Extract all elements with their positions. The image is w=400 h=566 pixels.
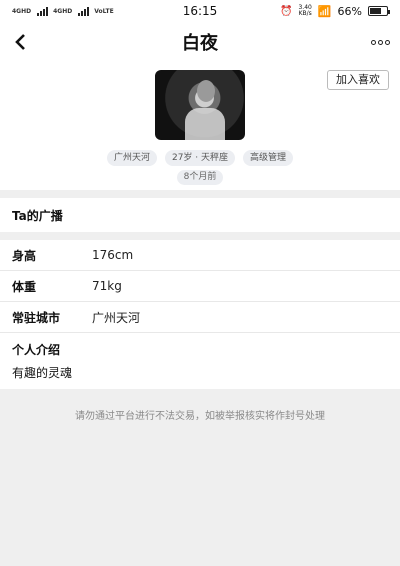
broadcast-section: Ta的广播 (0, 198, 400, 232)
page-title: 白夜 (182, 33, 218, 54)
more-button[interactable] (360, 39, 400, 45)
intro-text: 有趣的灵魂 (12, 366, 73, 380)
detail-key: 常驻城市 (12, 310, 61, 325)
posted-time-label: 8个月前 (176, 170, 224, 185)
divider (0, 190, 400, 198)
clock: 16:15 (182, 4, 218, 18)
posted-time: 8个月前 (0, 170, 400, 185)
battery-icon (368, 6, 390, 16)
tag-occupation: 高级管理 (243, 150, 294, 166)
details-section: 身高 176cm 体重 71kg 常驻城市 广州天河 个人介绍 有趣的灵魂 (0, 240, 400, 389)
detail-key: 体重 (12, 279, 37, 294)
tag-age-zodiac: 27岁 · 天秤座 (164, 150, 236, 166)
detail-value: 广州天河 (92, 310, 141, 325)
detail-value: 176cm (92, 248, 134, 262)
status-bar: 4GHD 4GHD VoLTE 16:15 ⏰ 3.40 KB/s 📶 66% (0, 0, 400, 22)
profile-header: 加入喜欢 广州天河 27岁 · 天秤座 高级管理 8个月前 (0, 62, 400, 190)
detail-row-city: 常驻城市 广州天河 (0, 302, 400, 333)
intro-block: 个人介绍 有趣的灵魂 (0, 333, 400, 389)
detail-row-height: 身高 176cm (0, 240, 400, 271)
intro-heading: 个人介绍 (12, 343, 61, 357)
chevron-left-icon (15, 34, 25, 50)
legal-notice: 请勿通过平台进行不法交易，如被举报核实将作封号处理 (75, 411, 325, 422)
avatar[interactable] (155, 70, 245, 140)
tag-location: 广州天河 (106, 150, 157, 166)
header-area: 4GHD 4GHD VoLTE 16:15 ⏰ 3.40 KB/s 📶 66% (0, 0, 400, 190)
add-to-favorites-button[interactable]: 加入喜欢 (327, 70, 389, 90)
more-icon-dot (377, 39, 383, 45)
more-icon-dot (384, 39, 390, 45)
detail-value: 71kg (92, 279, 122, 293)
nav-bar: 白夜 (0, 22, 400, 62)
divider (0, 232, 400, 240)
more-icon-dot (370, 39, 376, 45)
detail-row-weight: 体重 71kg (0, 271, 400, 302)
detail-key: 身高 (12, 248, 37, 263)
broadcast-link[interactable]: Ta的广播 (0, 198, 400, 232)
back-button[interactable] (0, 22, 40, 62)
profile-tags: 广州天河 27岁 · 天秤座 高级管理 (0, 150, 400, 166)
battery-fill (370, 8, 381, 14)
